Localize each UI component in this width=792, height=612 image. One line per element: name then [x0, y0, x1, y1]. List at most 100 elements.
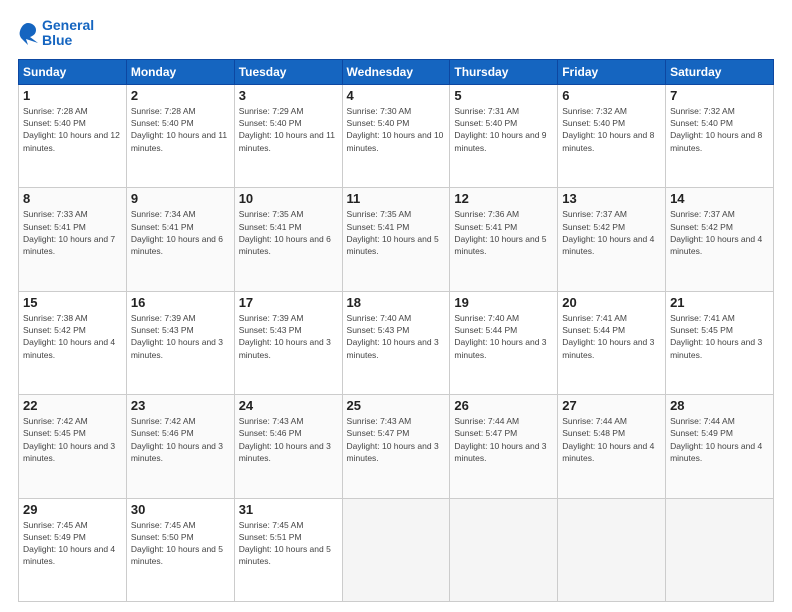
- calendar-day-cell: 28Sunrise: 7:44 AMSunset: 5:49 PMDayligh…: [666, 395, 774, 498]
- day-number: 24: [239, 398, 338, 413]
- calendar-day-cell: 25 Sunrise: 7:43 AMSunset: 5:47 PMDayligh…: [342, 395, 450, 498]
- day-info: Sunrise: 7:42 AMSunset: 5:45 PMDaylight:…: [23, 415, 122, 464]
- calendar-day-cell: 5 Sunrise: 7:31 AMSunset: 5:40 PMDaylight…: [450, 84, 558, 187]
- logo-blue: Blue: [42, 32, 72, 48]
- calendar-day-cell: 14Sunrise: 7:37 AMSunset: 5:42 PMDayligh…: [666, 188, 774, 291]
- logo-text: GeneralBlue: [42, 18, 94, 49]
- calendar-day-cell: 18Sunrise: 7:40 AMSunset: 5:43 PMDayligh…: [342, 291, 450, 394]
- day-of-week-header: Thursday: [450, 59, 558, 84]
- calendar-day-cell: 21Sunrise: 7:41 AMSunset: 5:45 PMDayligh…: [666, 291, 774, 394]
- day-of-week-header: Wednesday: [342, 59, 450, 84]
- calendar-day-cell: 19Sunrise: 7:40 AMSunset: 5:44 PMDayligh…: [450, 291, 558, 394]
- day-of-week-header: Monday: [126, 59, 234, 84]
- calendar-day-cell: 30Sunrise: 7:45 AMSunset: 5:50 PMDayligh…: [126, 498, 234, 601]
- day-info: Sunrise: 7:29 AMSunset: 5:40 PMDaylight:…: [239, 105, 338, 154]
- day-number: 12: [454, 191, 553, 206]
- day-number: 14: [670, 191, 769, 206]
- calendar-week-row: 22 Sunrise: 7:42 AMSunset: 5:45 PMDayligh…: [19, 395, 774, 498]
- day-number: 13: [562, 191, 661, 206]
- day-number: 25: [347, 398, 446, 413]
- calendar-day-cell: 26 Sunrise: 7:44 AMSunset: 5:47 PMDayligh…: [450, 395, 558, 498]
- day-number: 17: [239, 295, 338, 310]
- day-number: 31: [239, 502, 338, 517]
- logo-bird-icon: [18, 21, 38, 45]
- calendar-week-row: 15 Sunrise: 7:38 AMSunset: 5:42 PMDayligh…: [19, 291, 774, 394]
- day-number: 22: [23, 398, 122, 413]
- calendar-day-cell: [342, 498, 450, 601]
- page: GeneralBlue SundayMondayTuesdayWednesday…: [0, 0, 792, 612]
- calendar-day-cell: 15 Sunrise: 7:38 AMSunset: 5:42 PMDayligh…: [19, 291, 127, 394]
- day-number: 9: [131, 191, 230, 206]
- calendar-day-cell: 9 Sunrise: 7:34 AMSunset: 5:41 PMDaylight…: [126, 188, 234, 291]
- day-number: 16: [131, 295, 230, 310]
- header: GeneralBlue: [18, 18, 774, 49]
- day-of-week-header: Tuesday: [234, 59, 342, 84]
- calendar-day-cell: 7Sunrise: 7:32 AMSunset: 5:40 PMDaylight…: [666, 84, 774, 187]
- calendar-week-row: 8Sunrise: 7:33 AMSunset: 5:41 PMDaylight…: [19, 188, 774, 291]
- calendar-day-cell: 17Sunrise: 7:39 AMSunset: 5:43 PMDayligh…: [234, 291, 342, 394]
- day-info: Sunrise: 7:33 AMSunset: 5:41 PMDaylight:…: [23, 208, 122, 257]
- day-number: 5: [454, 88, 553, 103]
- day-info: Sunrise: 7:28 AMSunset: 5:40 PMDaylight:…: [131, 105, 230, 154]
- calendar-day-cell: 3 Sunrise: 7:29 AMSunset: 5:40 PMDaylight…: [234, 84, 342, 187]
- day-info: Sunrise: 7:34 AMSunset: 5:41 PMDaylight:…: [131, 208, 230, 257]
- day-info: Sunrise: 7:44 AMSunset: 5:47 PMDaylight:…: [454, 415, 553, 464]
- day-number: 30: [131, 502, 230, 517]
- day-info: Sunrise: 7:35 AMSunset: 5:41 PMDaylight:…: [239, 208, 338, 257]
- calendar-day-cell: 2 Sunrise: 7:28 AMSunset: 5:40 PMDaylight…: [126, 84, 234, 187]
- calendar-day-cell: [450, 498, 558, 601]
- calendar-day-cell: [666, 498, 774, 601]
- day-info: Sunrise: 7:44 AMSunset: 5:48 PMDaylight:…: [562, 415, 661, 464]
- day-info: Sunrise: 7:35 AMSunset: 5:41 PMDaylight:…: [347, 208, 446, 257]
- calendar-day-cell: 6 Sunrise: 7:32 AMSunset: 5:40 PMDaylight…: [558, 84, 666, 187]
- day-number: 15: [23, 295, 122, 310]
- day-info: Sunrise: 7:30 AMSunset: 5:40 PMDaylight:…: [347, 105, 446, 154]
- day-info: Sunrise: 7:40 AMSunset: 5:43 PMDaylight:…: [347, 312, 446, 361]
- day-number: 29: [23, 502, 122, 517]
- day-number: 1: [23, 88, 122, 103]
- calendar-header-row: SundayMondayTuesdayWednesdayThursdayFrid…: [19, 59, 774, 84]
- calendar-table: SundayMondayTuesdayWednesdayThursdayFrid…: [18, 59, 774, 602]
- day-number: 27: [562, 398, 661, 413]
- calendar-day-cell: 29 Sunrise: 7:45 AMSunset: 5:49 PMDayligh…: [19, 498, 127, 601]
- day-number: 6: [562, 88, 661, 103]
- day-info: Sunrise: 7:32 AMSunset: 5:40 PMDaylight:…: [562, 105, 661, 154]
- calendar-week-row: 1 Sunrise: 7:28 AMSunset: 5:40 PMDaylight…: [19, 84, 774, 187]
- day-number: 3: [239, 88, 338, 103]
- logo: GeneralBlue: [18, 18, 94, 49]
- day-info: Sunrise: 7:32 AMSunset: 5:40 PMDaylight:…: [670, 105, 769, 154]
- day-info: Sunrise: 7:31 AMSunset: 5:40 PMDaylight:…: [454, 105, 553, 154]
- day-number: 4: [347, 88, 446, 103]
- day-of-week-header: Friday: [558, 59, 666, 84]
- calendar-day-cell: 8Sunrise: 7:33 AMSunset: 5:41 PMDaylight…: [19, 188, 127, 291]
- day-info: Sunrise: 7:44 AMSunset: 5:49 PMDaylight:…: [670, 415, 769, 464]
- day-info: Sunrise: 7:45 AMSunset: 5:49 PMDaylight:…: [23, 519, 122, 568]
- calendar-day-cell: 12 Sunrise: 7:36 AMSunset: 5:41 PMDayligh…: [450, 188, 558, 291]
- day-info: Sunrise: 7:36 AMSunset: 5:41 PMDaylight:…: [454, 208, 553, 257]
- day-number: 2: [131, 88, 230, 103]
- day-info: Sunrise: 7:38 AMSunset: 5:42 PMDaylight:…: [23, 312, 122, 361]
- day-number: 20: [562, 295, 661, 310]
- day-info: Sunrise: 7:41 AMSunset: 5:45 PMDaylight:…: [670, 312, 769, 361]
- day-info: Sunrise: 7:37 AMSunset: 5:42 PMDaylight:…: [562, 208, 661, 257]
- day-number: 23: [131, 398, 230, 413]
- day-info: Sunrise: 7:42 AMSunset: 5:46 PMDaylight:…: [131, 415, 230, 464]
- day-of-week-header: Sunday: [19, 59, 127, 84]
- day-number: 26: [454, 398, 553, 413]
- day-info: Sunrise: 7:41 AMSunset: 5:44 PMDaylight:…: [562, 312, 661, 361]
- day-info: Sunrise: 7:45 AMSunset: 5:51 PMDaylight:…: [239, 519, 338, 568]
- day-info: Sunrise: 7:28 AMSunset: 5:40 PMDaylight:…: [23, 105, 122, 154]
- calendar-day-cell: [558, 498, 666, 601]
- calendar-day-cell: 11 Sunrise: 7:35 AMSunset: 5:41 PMDayligh…: [342, 188, 450, 291]
- calendar-day-cell: 20 Sunrise: 7:41 AMSunset: 5:44 PMDayligh…: [558, 291, 666, 394]
- calendar-day-cell: 13 Sunrise: 7:37 AMSunset: 5:42 PMDayligh…: [558, 188, 666, 291]
- day-info: Sunrise: 7:43 AMSunset: 5:46 PMDaylight:…: [239, 415, 338, 464]
- day-info: Sunrise: 7:43 AMSunset: 5:47 PMDaylight:…: [347, 415, 446, 464]
- calendar-day-cell: 4 Sunrise: 7:30 AMSunset: 5:40 PMDaylight…: [342, 84, 450, 187]
- calendar-day-cell: 23 Sunrise: 7:42 AMSunset: 5:46 PMDayligh…: [126, 395, 234, 498]
- calendar-week-row: 29 Sunrise: 7:45 AMSunset: 5:49 PMDayligh…: [19, 498, 774, 601]
- logo-general: General: [42, 17, 94, 33]
- day-number: 11: [347, 191, 446, 206]
- calendar-day-cell: 16Sunrise: 7:39 AMSunset: 5:43 PMDayligh…: [126, 291, 234, 394]
- day-number: 19: [454, 295, 553, 310]
